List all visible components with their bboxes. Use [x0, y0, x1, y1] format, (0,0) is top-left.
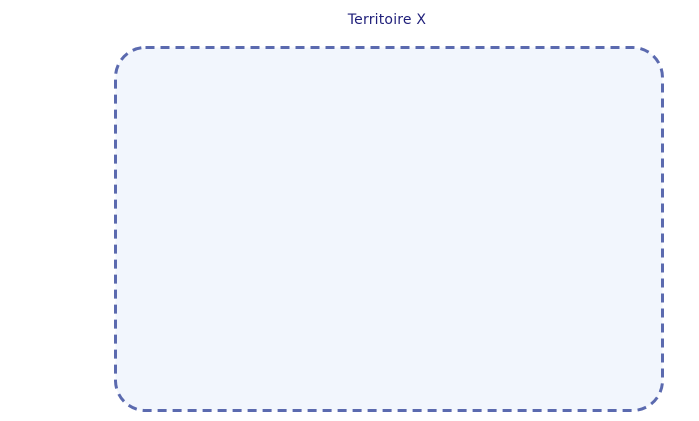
territory-label: Territoire X	[347, 12, 427, 28]
territory-area	[114, 46, 664, 412]
territory-boundary	[114, 46, 664, 412]
